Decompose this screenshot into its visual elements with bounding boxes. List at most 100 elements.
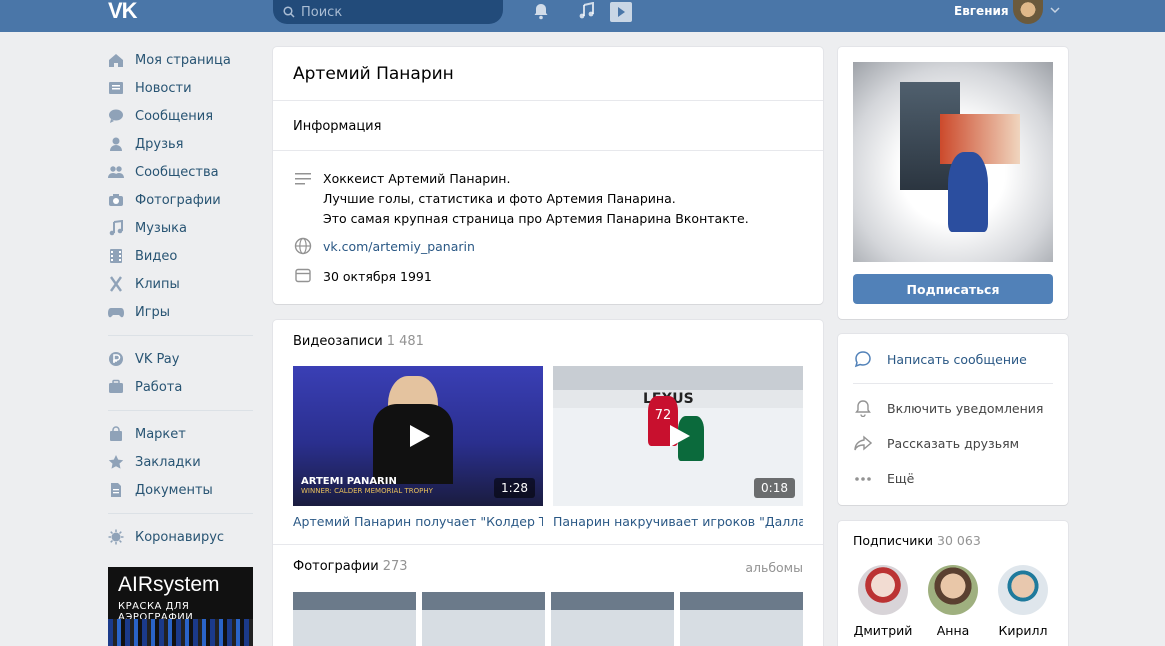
nav-item-my-page[interactable]: Моя страница	[108, 46, 253, 74]
communities-icon	[108, 164, 124, 180]
search-icon	[283, 6, 295, 18]
subscriber-item[interactable]: Анна	[923, 565, 983, 638]
nav-item-market[interactable]: Маркет	[108, 420, 253, 448]
chevron-down-icon[interactable]	[1050, 6, 1060, 14]
cover-player	[948, 152, 988, 232]
link-row: vk.com/artemiy_panarin	[293, 237, 475, 257]
page-title: Артемий Панарин	[293, 64, 454, 84]
messages-icon	[108, 108, 124, 124]
globe-icon	[293, 237, 313, 257]
nav-divider	[108, 410, 253, 411]
top-header: VK Евгения	[0, 0, 1165, 32]
home-icon	[108, 52, 124, 68]
video-duration: 0:18	[754, 478, 795, 498]
video-title[interactable]: Панарин накручивает игроков "Далласа"	[553, 514, 803, 529]
date-row: 30 октября 1991	[293, 267, 432, 287]
subscribe-button[interactable]: Подписаться	[853, 274, 1053, 304]
nav-item-photos[interactable]: Фотографии	[108, 186, 253, 214]
description-row: Хоккеист Артемий Панарин. Лучшие голы, с…	[293, 169, 749, 229]
nav-item-work[interactable]: Работа	[108, 373, 253, 401]
avatar	[858, 565, 908, 615]
share-icon	[853, 435, 873, 451]
avatar	[928, 565, 978, 615]
actions-card: Написать сообщение Включить уведомления …	[838, 334, 1068, 505]
document-icon	[108, 482, 124, 498]
more-button[interactable]: Ещё	[853, 471, 914, 486]
subscribers-heading[interactable]: Подписчики 30 063	[853, 533, 981, 548]
nav-divider	[108, 513, 253, 514]
ad-banner[interactable]: AIRsystem КРАСКА ДЛЯ АЭРОГРАФИИ	[108, 567, 253, 646]
play-icon	[410, 425, 430, 447]
left-nav: Моя страница Новости Сообщения Друзья Со…	[108, 46, 253, 551]
enable-notifications-button[interactable]: Включить уведомления	[853, 399, 1043, 417]
nav-divider	[108, 335, 253, 336]
cover-image[interactable]	[853, 62, 1053, 262]
ad-image	[108, 619, 253, 646]
play-icon[interactable]	[610, 2, 632, 22]
text-lines-icon	[293, 169, 313, 229]
ad-title: AIRsystem	[118, 573, 220, 596]
star-icon	[108, 454, 124, 470]
video-overlay: ARTEMI PANARIN WINNER: CALDER MEMORIAL T…	[301, 476, 433, 495]
photo-thumbnail[interactable]	[293, 592, 416, 646]
nav-item-games[interactable]: Игры	[108, 298, 253, 326]
vk-logo[interactable]: VK	[108, 0, 142, 22]
nav-item-messages[interactable]: Сообщения	[108, 102, 253, 130]
search-input[interactable]	[301, 4, 491, 20]
nav-item-communities[interactable]: Сообщества	[108, 158, 253, 186]
video-duration: 1:28	[494, 478, 535, 498]
clips-icon	[108, 276, 124, 292]
profile-link[interactable]: vk.com/artemiy_panarin	[323, 237, 475, 257]
divider	[273, 100, 823, 101]
nav-item-music[interactable]: Музыка	[108, 214, 253, 242]
nav-item-bookmarks[interactable]: Закладки	[108, 448, 253, 476]
write-message-button[interactable]: Написать сообщение	[853, 350, 1027, 368]
subscriber-item[interactable]: Дмитрий	[853, 565, 913, 638]
video-thumbnail[interactable]: LEXUS 72 0:18	[553, 366, 803, 506]
nav-item-news[interactable]: Новости	[108, 74, 253, 102]
photo-thumbnail[interactable]	[551, 592, 674, 646]
photos-heading[interactable]: Фотографии 273	[293, 559, 408, 574]
friends-icon	[108, 136, 124, 152]
virus-icon	[108, 529, 124, 545]
nav-item-video[interactable]: Видео	[108, 242, 253, 270]
search-box[interactable]	[273, 0, 503, 24]
play-icon	[670, 425, 690, 447]
vkpay-icon	[108, 351, 124, 367]
nav-item-coronavirus[interactable]: Коронавирус	[108, 523, 253, 551]
info-heading[interactable]: Информация	[293, 119, 381, 134]
user-name[interactable]: Евгения	[954, 4, 1009, 18]
bell-icon	[853, 399, 873, 417]
avatar	[998, 565, 1048, 615]
music-icon[interactable]	[578, 2, 596, 20]
subscriber-item[interactable]: Кирилл	[993, 565, 1053, 638]
music-icon	[108, 220, 124, 236]
camera-icon	[108, 192, 124, 208]
bell-icon[interactable]	[532, 2, 550, 20]
divider	[273, 150, 823, 151]
video-thumbnail[interactable]: ARTEMI PANARIN WINNER: CALDER MEMORIAL T…	[293, 366, 543, 506]
photo-thumbnail[interactable]	[680, 592, 803, 646]
video-icon	[108, 248, 124, 264]
nav-item-friends[interactable]: Друзья	[108, 130, 253, 158]
photo-thumbnail[interactable]	[422, 592, 545, 646]
nav-item-vkpay[interactable]: VK Pay	[108, 345, 253, 373]
avatar[interactable]	[1013, 0, 1043, 24]
videos-heading[interactable]: Видеозаписи 1 481	[293, 334, 424, 349]
subscribers-count: 30 063	[937, 533, 981, 548]
albums-link[interactable]: альбомы	[745, 560, 803, 575]
divider	[853, 383, 1053, 384]
news-icon	[108, 80, 124, 96]
nav-item-clips[interactable]: Клипы	[108, 270, 253, 298]
nav-item-documents[interactable]: Документы	[108, 476, 253, 504]
divider	[273, 544, 823, 545]
market-icon	[108, 426, 124, 442]
share-button[interactable]: Рассказать друзьям	[853, 435, 1019, 451]
briefcase-icon	[108, 379, 124, 395]
profile-info-card: Артемий Панарин Информация Хоккеист Арте…	[273, 47, 823, 304]
video-title[interactable]: Артемий Панарин получает "Колдер Трофи"	[293, 514, 543, 529]
description-text: Хоккеист Артемий Панарин. Лучшие голы, с…	[323, 171, 749, 226]
games-icon	[108, 304, 124, 320]
photos-count: 273	[382, 559, 408, 574]
message-icon	[853, 350, 873, 368]
